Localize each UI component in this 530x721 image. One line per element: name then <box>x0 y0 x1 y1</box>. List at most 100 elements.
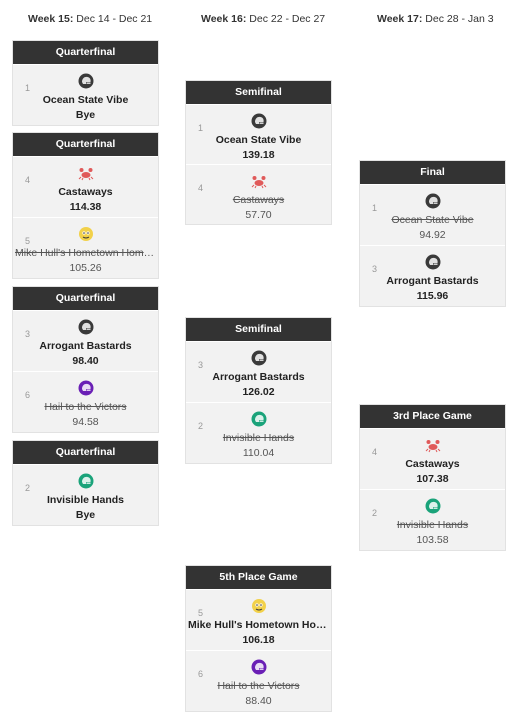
team-slot[interactable]: 3 Arrogant Bastards 115.96 <box>360 245 505 306</box>
crab-icon <box>251 173 267 189</box>
team-score: 115.96 <box>416 290 449 302</box>
team-score: 98.40 <box>72 355 99 367</box>
team-score: 103.58 <box>416 534 449 546</box>
team-slot[interactable]: 2 Invisible Hands 110.04 <box>186 402 331 463</box>
team-name: Mike Hull's Hometown Homies <box>15 247 158 259</box>
week-15-header: Week 15: Dec 14 - Dec 21 <box>28 13 153 25</box>
helmet-dark-icon <box>425 193 441 209</box>
team-name: Arrogant Bastards <box>39 340 132 352</box>
team-seed: 2 <box>25 483 31 493</box>
team-seed: 3 <box>25 329 31 339</box>
team-slot[interactable]: 4 Castaways 114.38 <box>13 156 158 217</box>
team-name: Invisible Hands <box>46 494 125 506</box>
team-score: 126.02 <box>242 386 275 398</box>
team-slot[interactable]: 2 Invisible Hands Bye <box>13 464 158 525</box>
team-seed: 4 <box>372 447 378 457</box>
team-seed: 1 <box>372 203 378 213</box>
team-seed: 2 <box>198 421 204 431</box>
team-name: Invisible Hands <box>222 432 295 444</box>
team-name: Hail to the Victors <box>44 401 127 413</box>
team-score: 94.58 <box>72 416 99 428</box>
team-seed: 2 <box>372 508 378 518</box>
team-slot[interactable]: 4 Castaways 57.70 <box>186 164 331 224</box>
team-slot[interactable]: 5 Mike Hull's Hometown Homies 105.26 <box>13 217 158 278</box>
team-score: Bye <box>75 509 96 521</box>
team-name: Arrogant Bastards <box>386 275 479 287</box>
team-name: Arrogant Bastards <box>212 371 305 383</box>
helmet-dark-icon <box>251 350 267 366</box>
matchup-title: Final <box>360 161 505 184</box>
team-name: Castaways <box>405 458 460 470</box>
team-slot[interactable]: 4 Castaways 107.38 <box>360 428 505 489</box>
team-seed: 6 <box>198 669 204 679</box>
team-name: Mike Hull's Hometown Hom... <box>188 619 331 631</box>
team-seed: 1 <box>25 83 31 93</box>
week-16-header: Week 16: Dec 22 - Dec 27 <box>201 13 326 25</box>
matchup-title: Quarterfinal <box>13 41 158 64</box>
team-seed: 6 <box>25 390 31 400</box>
helmet-teal-icon <box>251 411 267 427</box>
team-score: 57.70 <box>245 209 272 221</box>
matchup-quarterfinal-3[interactable]: Quarterfinal 3 Arrogant Bastards 98.40 6… <box>12 286 159 433</box>
team-seed: 3 <box>198 360 204 370</box>
crab-icon <box>78 165 94 181</box>
team-slot[interactable]: 6 Hail to the Victors 88.40 <box>186 650 331 711</box>
matchup-quarterfinal-1[interactable]: Quarterfinal 1 Ocean State Vibe Bye <box>12 40 159 126</box>
team-slot[interactable]: 1 Ocean State Vibe Bye <box>13 64 158 125</box>
helmet-teal-icon <box>78 473 94 489</box>
matchup-title: 5th Place Game <box>186 566 331 589</box>
team-name: Invisible Hands <box>396 519 469 531</box>
team-slot[interactable]: 3 Arrogant Bastards 98.40 <box>13 310 158 371</box>
matchup-semifinal-2[interactable]: Semifinal 3 Arrogant Bastards 126.02 2 I… <box>185 317 332 464</box>
team-score: 106.18 <box>242 634 275 646</box>
helmet-purple-icon <box>251 659 267 675</box>
team-score: 139.18 <box>242 149 275 161</box>
helmet-teal-icon <box>425 498 441 514</box>
team-slot[interactable]: 1 Ocean State Vibe 94.92 <box>360 184 505 245</box>
team-slot[interactable]: 2 Invisible Hands 103.58 <box>360 489 505 550</box>
matchup-semifinal-1[interactable]: Semifinal 1 Ocean State Vibe 139.18 4 Ca… <box>185 80 332 225</box>
matchup-5th-place[interactable]: 5th Place Game 5 Mike Hull's Hometown Ho… <box>185 565 332 712</box>
crab-icon <box>425 437 441 453</box>
helmet-purple-icon <box>78 380 94 396</box>
week-17-header: Week 17: Dec 28 - Jan 3 <box>377 13 494 25</box>
helmet-dark-icon <box>425 254 441 270</box>
team-slot[interactable]: 6 Hail to the Victors 94.58 <box>13 371 158 432</box>
helmet-dark-icon <box>251 113 267 129</box>
mascot-icon <box>251 598 267 614</box>
team-seed: 1 <box>198 123 204 133</box>
team-slot[interactable]: 5 Mike Hull's Hometown Hom... 106.18 <box>186 589 331 650</box>
team-seed: 3 <box>372 264 378 274</box>
team-score: Bye <box>75 109 96 121</box>
helmet-dark-icon <box>78 319 94 335</box>
matchup-quarterfinal-2[interactable]: Quarterfinal 4 Castaways 114.38 5 Mike H… <box>12 132 159 279</box>
mascot-icon <box>78 226 94 242</box>
team-slot[interactable]: 1 Ocean State Vibe 139.18 <box>186 104 331 164</box>
matchup-title: Semifinal <box>186 318 331 341</box>
team-seed: 4 <box>25 175 31 185</box>
team-score: 110.04 <box>242 447 275 459</box>
matchup-title: 3rd Place Game <box>360 405 505 428</box>
team-seed: 5 <box>198 608 204 618</box>
team-score: 88.40 <box>245 695 272 707</box>
matchup-title: Quarterfinal <box>13 287 158 310</box>
team-name: Ocean State Vibe <box>215 134 302 146</box>
helmet-dark-icon <box>78 73 94 89</box>
matchup-final[interactable]: Final 1 Ocean State Vibe 94.92 3 Arrogan… <box>359 160 506 307</box>
matchup-title: Quarterfinal <box>13 441 158 464</box>
team-score: 105.26 <box>69 262 102 274</box>
team-name: Hail to the Victors <box>217 680 300 692</box>
matchup-title: Semifinal <box>186 81 331 104</box>
matchup-3rd-place[interactable]: 3rd Place Game 4 Castaways 107.38 2 Invi… <box>359 404 506 551</box>
matchup-title: Quarterfinal <box>13 133 158 156</box>
team-name: Ocean State Vibe <box>391 214 474 226</box>
team-name: Castaways <box>232 194 285 206</box>
matchup-quarterfinal-4[interactable]: Quarterfinal 2 Invisible Hands Bye <box>12 440 159 526</box>
team-score: 94.92 <box>419 229 446 241</box>
team-seed: 5 <box>25 236 31 246</box>
team-seed: 4 <box>198 183 204 193</box>
team-score: 107.38 <box>416 473 449 485</box>
team-score: 114.38 <box>69 201 102 213</box>
team-slot[interactable]: 3 Arrogant Bastards 126.02 <box>186 341 331 402</box>
team-name: Ocean State Vibe <box>42 94 129 106</box>
